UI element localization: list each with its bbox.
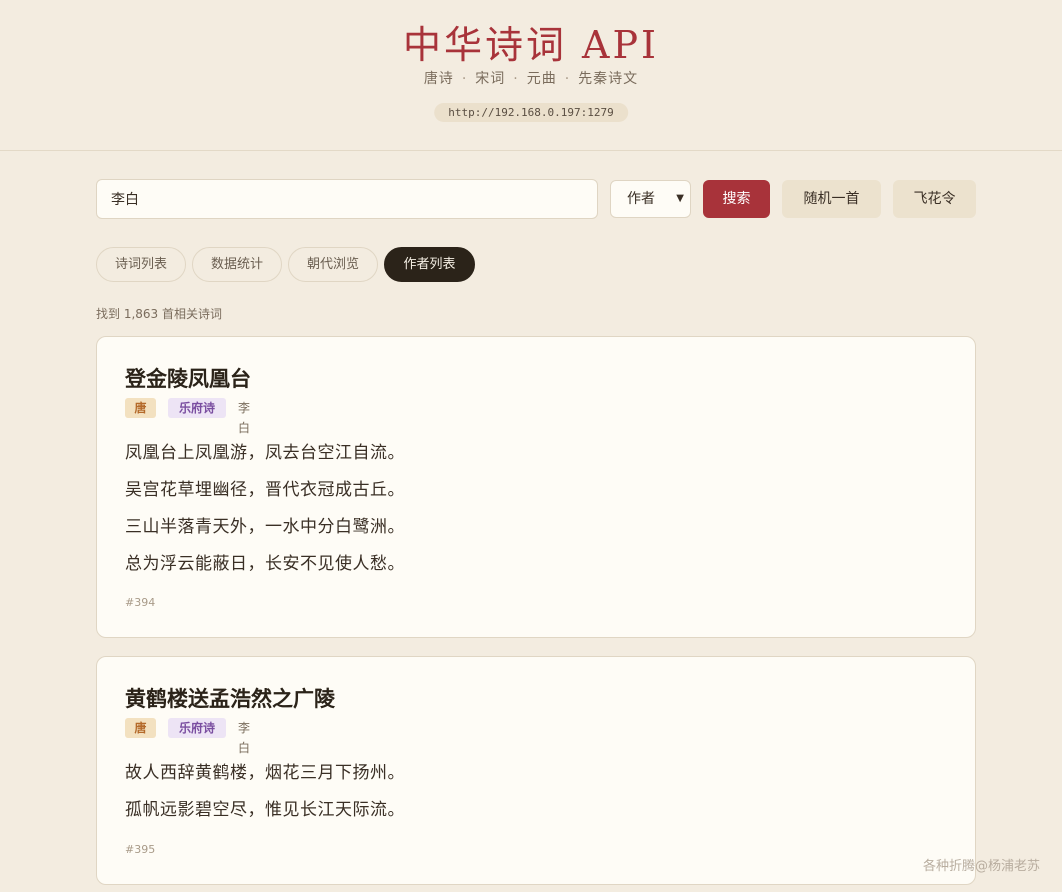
site-title: 中华诗词 API <box>402 23 660 67</box>
tab-statistics[interactable]: 数据统计 <box>192 247 282 282</box>
poem-title[interactable]: 黄鹤楼送孟浩然之广陵 <box>125 683 335 713</box>
chevron-down-icon: ▼ <box>676 193 684 204</box>
result-count: 找到 1,863 首相关诗词 <box>96 307 222 321</box>
tab-dynasty-browse[interactable]: 朝代浏览 <box>288 247 378 282</box>
dynasty-tag: 唐 <box>125 398 156 418</box>
subtitle-separator: · <box>461 71 468 87</box>
poem-line: 三山半落青天外，一水中分白鹭洲。 <box>125 517 405 537</box>
feihua-button[interactable]: 飞花令 <box>893 180 976 218</box>
search-button[interactable]: 搜索 <box>703 180 770 218</box>
genre-tag: 乐府诗 <box>168 718 226 738</box>
poem-card[interactable]: 登金陵凤凰台 唐 乐府诗 李白 凤凰台上凤凰游，凤去台空江自流。 吴宫花草埋幽径… <box>96 336 976 638</box>
subtitle-item-tang: 唐诗 <box>423 71 454 87</box>
page-header: 中华诗词 API 唐诗 · 宋词 · 元曲 · 先秦诗文 http://192.168.0.… <box>0 0 1062 151</box>
search-field-select[interactable]: 作者 ▼ <box>610 180 691 218</box>
genre-tag: 乐府诗 <box>168 398 226 418</box>
site-subtitle: 唐诗 · 宋词 · 元曲 · 先秦诗文 <box>0 68 1062 88</box>
poem-author: 李白 <box>238 721 251 755</box>
tab-poem-list[interactable]: 诗词列表 <box>96 247 186 282</box>
search-input[interactable] <box>96 179 598 219</box>
poem-id: #394 <box>125 596 156 609</box>
poem-line: 凤凰台上凤凰游，凤去台空江自流。 <box>125 443 405 463</box>
poem-id: #395 <box>125 843 156 856</box>
poem-line: 总为浮云能蔽日，长安不见使人愁。 <box>125 554 405 574</box>
poem-card[interactable]: 黄鹤楼送孟浩然之广陵 唐 乐府诗 李白 故人西辞黄鹤楼，烟花三月下扬州。 孤帆远… <box>96 656 976 885</box>
poem-content: 凤凰台上凤凰游，凤去台空江自流。 吴宫花草埋幽径，晋代衣冠成古丘。 三山半落青天… <box>125 435 405 583</box>
tab-author-list[interactable]: 作者列表 <box>384 247 475 282</box>
search-bar: 作者 ▼ 搜索 随机一首 飞花令 <box>96 179 976 219</box>
search-field-value: 作者 <box>627 191 655 207</box>
subtitle-separator: · <box>564 71 571 87</box>
poem-line: 故人西辞黄鹤楼，烟花三月下扬州。 <box>125 763 405 783</box>
api-url-badge: http://192.168.0.197:1279 <box>434 103 628 122</box>
poem-line: 孤帆远影碧空尽，惟见长江天际流。 <box>125 800 405 820</box>
subtitle-item-song: 宋词 <box>475 71 506 87</box>
dynasty-tag: 唐 <box>125 718 156 738</box>
poem-title[interactable]: 登金陵凤凰台 <box>125 363 251 393</box>
subtitle-item-xianqin: 先秦诗文 <box>578 71 639 87</box>
poem-content: 故人西辞黄鹤楼，烟花三月下扬州。 孤帆远影碧空尽，惟见长江天际流。 <box>125 755 405 829</box>
poem-author: 李白 <box>238 401 251 435</box>
random-poem-button[interactable]: 随机一首 <box>782 180 881 218</box>
subtitle-separator: · <box>513 71 519 87</box>
watermark: 各种折腾@杨浦老苏 <box>922 859 1040 874</box>
subtitle-item-yuan: 元曲 <box>526 71 557 87</box>
poem-line: 吴宫花草埋幽径，晋代衣冠成古丘。 <box>125 480 405 500</box>
